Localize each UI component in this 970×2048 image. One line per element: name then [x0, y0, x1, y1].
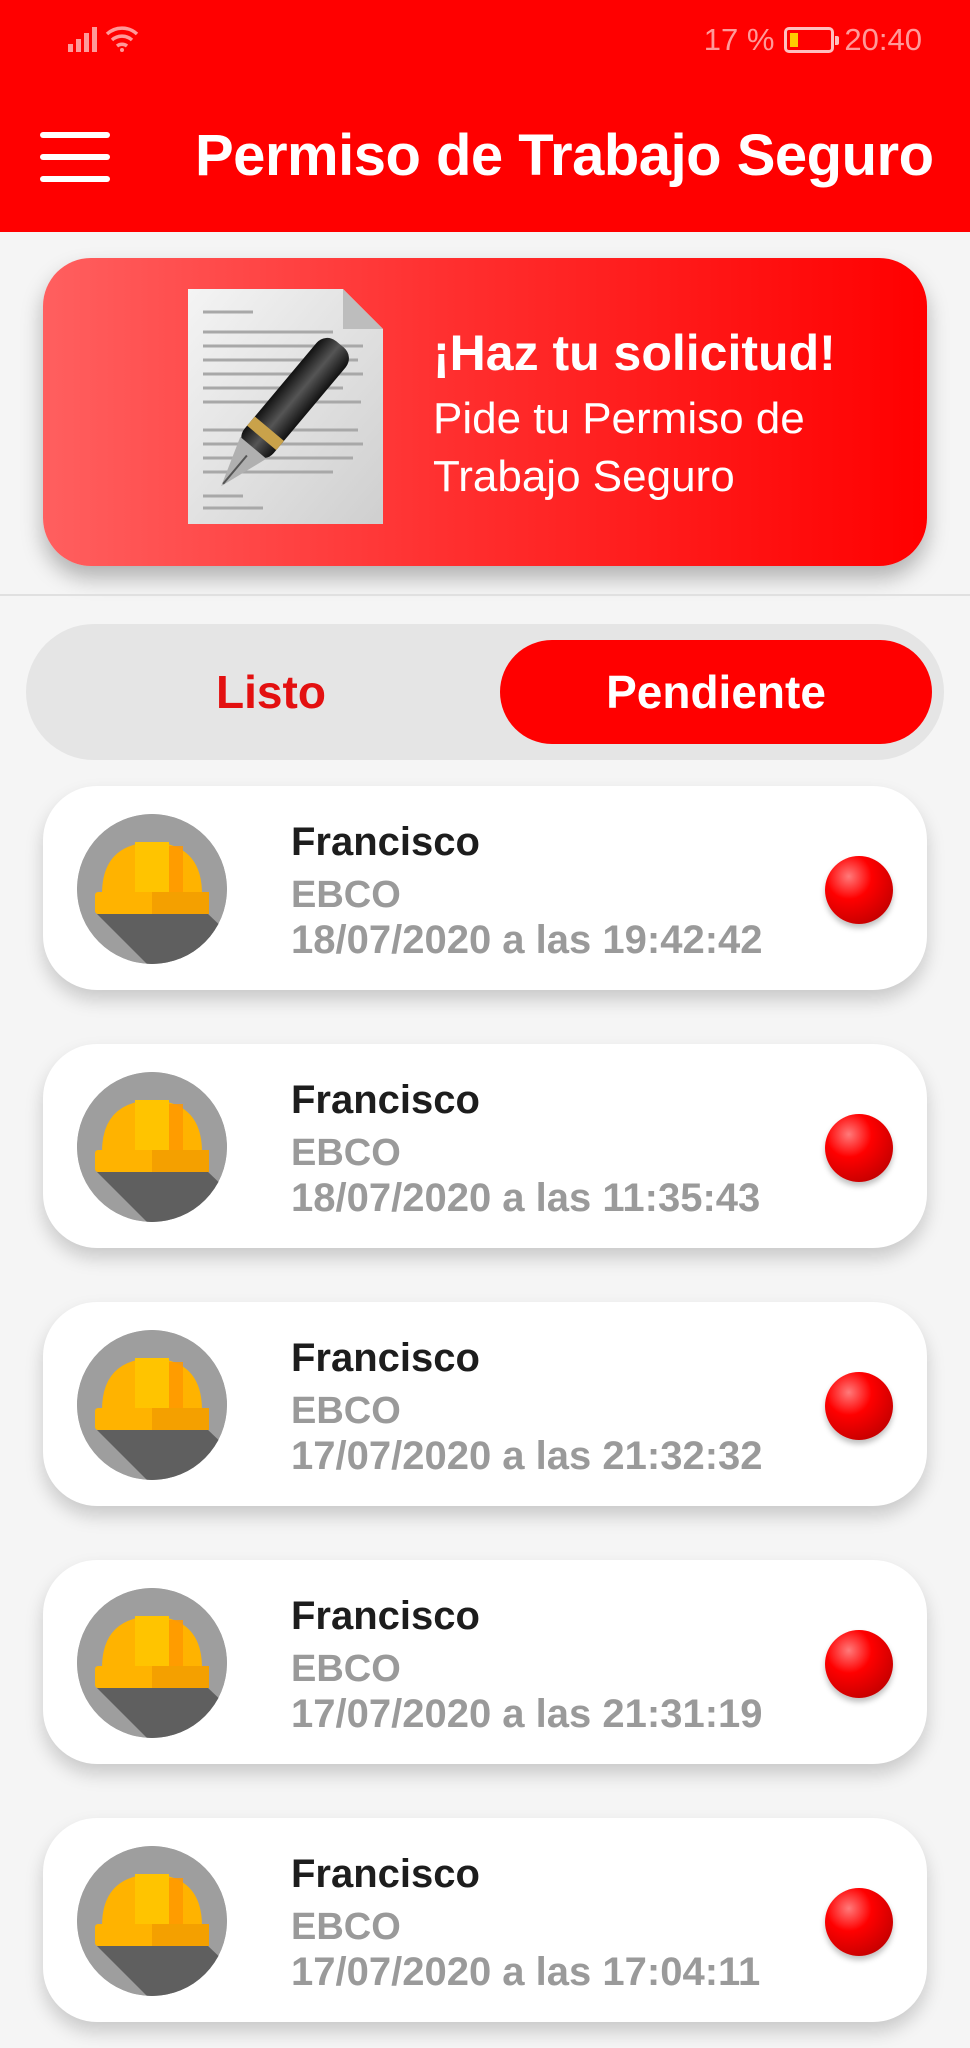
battery-icon	[784, 27, 840, 53]
hamburger-menu-icon[interactable]	[40, 132, 110, 182]
app-header: 17 % 20:40 Permiso de Trabajo Seguro	[0, 0, 970, 232]
document-pen-icon	[188, 289, 383, 524]
tab-pendiente[interactable]: Pendiente	[500, 640, 932, 744]
hard-hat-icon	[77, 814, 227, 964]
permit-name: Francisco	[291, 1078, 480, 1122]
list-item[interactable]: Francisco EBCO 18/07/2020 a las 19:42:42	[43, 786, 927, 990]
status-bar: 17 % 20:40	[0, 0, 970, 84]
list-item[interactable]: Francisco EBCO 17/07/2020 a las 21:31:19	[43, 1560, 927, 1764]
permit-company: EBCO	[291, 1390, 401, 1432]
clock: 20:40	[844, 22, 922, 57]
pending-status-icon	[825, 1114, 893, 1182]
connectivity-indicators	[68, 24, 139, 52]
status-right: 17 % 20:40	[704, 22, 922, 58]
tab-listo[interactable]: Listo	[46, 640, 496, 744]
banner-title: ¡Haz tu solicitud!	[433, 325, 836, 381]
pending-status-icon	[825, 856, 893, 924]
permit-name: Francisco	[291, 1852, 480, 1896]
banner-subtitle: Pide tu Permiso de Trabajo Seguro	[433, 394, 805, 501]
permit-name: Francisco	[291, 1594, 480, 1638]
signal-icon	[68, 24, 97, 52]
permit-company: EBCO	[291, 1648, 401, 1690]
list-item[interactable]: Francisco EBCO 17/07/2020 a las 17:04:11	[43, 1818, 927, 2022]
permit-date: 17/07/2020 a las 17:04:11	[291, 1950, 761, 1994]
new-request-banner[interactable]: ¡Haz tu solicitud! Pide tu Permiso de Tr…	[43, 258, 927, 566]
list-item[interactable]: Francisco EBCO 18/07/2020 a las 11:35:43	[43, 1044, 927, 1248]
hard-hat-icon	[77, 1846, 227, 1996]
hard-hat-icon	[77, 1330, 227, 1480]
pending-status-icon	[825, 1888, 893, 1956]
permit-date: 17/07/2020 a las 21:32:32	[291, 1434, 763, 1478]
wifi-icon	[105, 26, 139, 52]
hard-hat-icon	[77, 1588, 227, 1738]
permit-company: EBCO	[291, 1906, 401, 1948]
battery-percent: 17 %	[703, 22, 775, 57]
permit-company: EBCO	[291, 1132, 401, 1174]
permit-name: Francisco	[291, 1336, 480, 1380]
permit-date: 18/07/2020 a las 19:42:42	[291, 918, 763, 962]
permit-company: EBCO	[291, 874, 401, 916]
hard-hat-icon	[77, 1072, 227, 1222]
page-title: Permiso de Trabajo Seguro	[195, 123, 934, 188]
status-filter-toggle: Listo Pendiente	[26, 624, 944, 760]
list-item[interactable]: Francisco EBCO 17/07/2020 a las 21:32:32	[43, 1302, 927, 1506]
divider	[0, 594, 970, 596]
permit-date: 17/07/2020 a las 21:31:19	[291, 1692, 763, 1736]
pending-status-icon	[825, 1630, 893, 1698]
pending-status-icon	[825, 1372, 893, 1440]
permit-name: Francisco	[291, 820, 480, 864]
permit-date: 18/07/2020 a las 11:35:43	[291, 1176, 761, 1220]
